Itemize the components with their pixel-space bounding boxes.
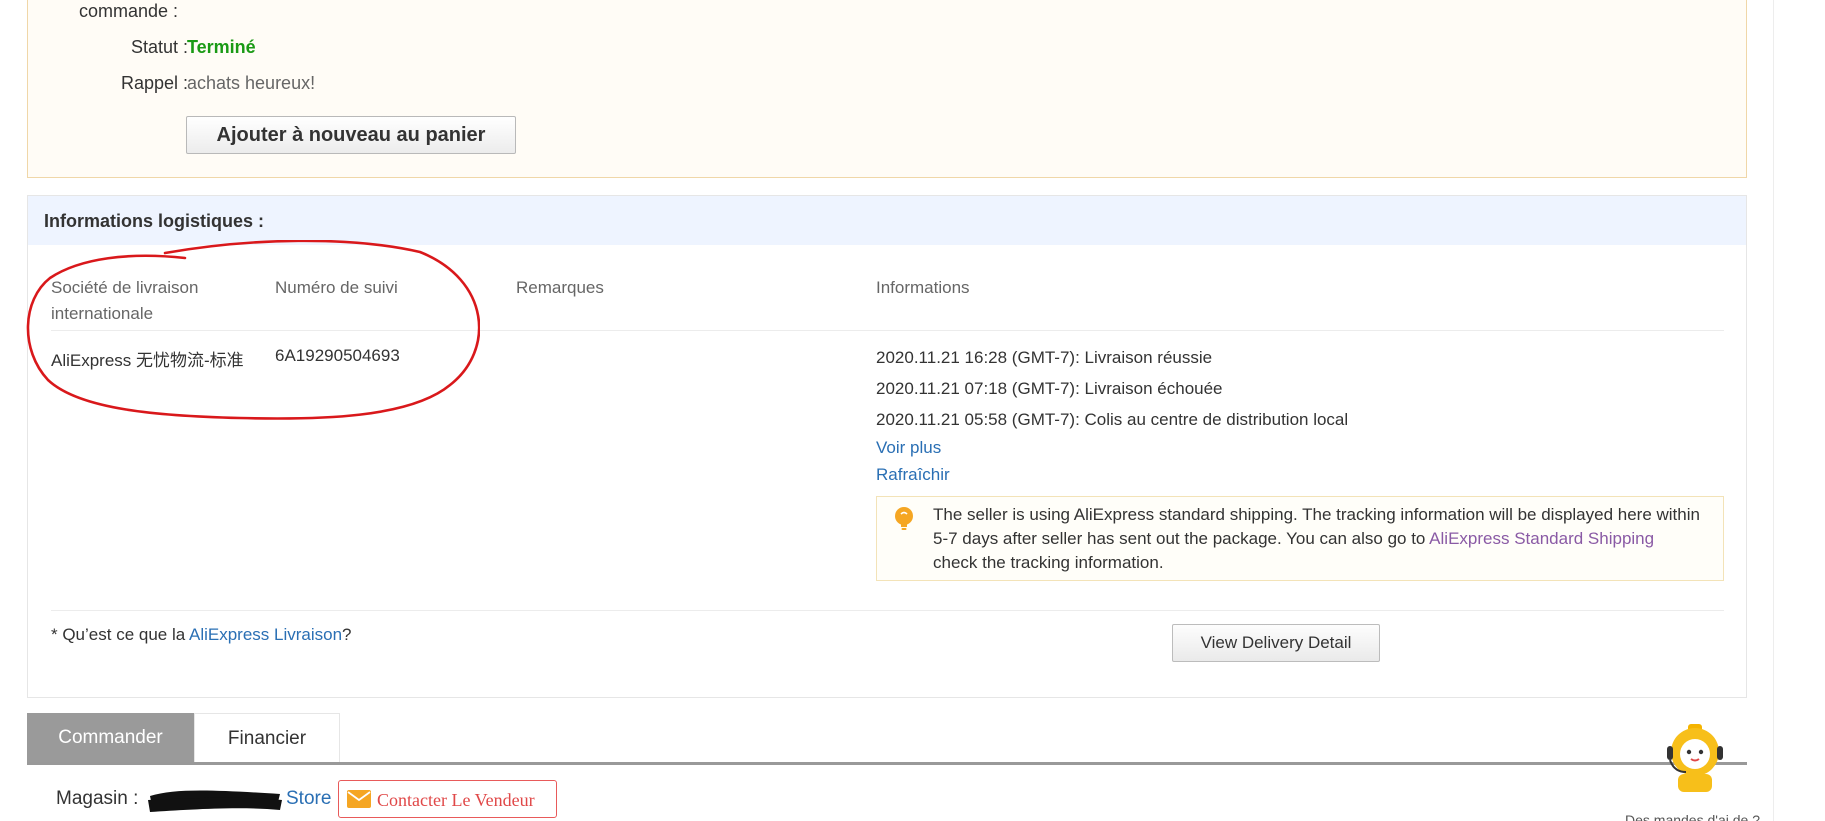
tab-underline [27,762,1747,765]
col-head-company-line1: Société de livraison [51,278,199,297]
contact-seller-button[interactable]: Contacter Le Vendeur [338,780,557,818]
add-to-cart-again-button[interactable]: Ajouter à nouveau au panier [186,116,516,154]
right-gutter [1773,0,1825,821]
store-link[interactable]: Store [286,788,331,810]
col-head-company-line2: internationale [51,304,154,323]
header-divider [51,330,1724,331]
aliexpress-delivery-link[interactable]: AliExpress Livraison [189,625,342,644]
logistics-header: Informations logistiques : [28,196,1746,245]
shipping-company: AliExpress 无忧物流-标准 [51,351,244,370]
col-head-tracking: Numéro de suivi [275,278,398,297]
status-label: Statut : [130,37,188,57]
tab-financier[interactable]: Financier [194,713,340,762]
bulb-icon [895,507,913,530]
reminder-value: achats heureux! [187,73,316,93]
reminder-label: Rappel : [120,73,188,93]
order-label-cut: commande : [78,1,178,21]
shipping-notice: The seller is using AliExpress standard … [876,496,1724,581]
see-more-link[interactable]: Voir plus [876,438,941,458]
redacted-store-name [148,790,282,812]
robot-mascot-icon[interactable] [1660,722,1730,792]
logistics-title: Informations logistiques : [44,211,265,231]
faq-suffix: ? [342,625,352,644]
faq-line: * Qu’est ce que la AliExpress Livraison? [51,625,352,645]
col-head-company: Société de livraison internationale [51,275,198,327]
tracking-event: 2020.11.21 07:18 (GMT-7): Livraison écho… [876,379,1223,398]
help-cutoff-text[interactable]: Des mandes d'ai de ? [1625,812,1760,821]
logistics-panel: Informations logistiques : Société de li… [27,195,1747,698]
col-head-info: Informations [876,278,970,297]
refresh-link[interactable]: Rafraîchir [876,465,950,485]
order-summary-panel: commande : Statut : Terminé Rappel : ach… [27,0,1747,178]
tracking-event: 2020.11.21 05:58 (GMT-7): Colis au centr… [876,410,1349,429]
faq-prefix: * Qu’est ce que la [51,625,189,644]
notice-text: The seller is using AliExpress standard … [933,503,1703,575]
col-head-remarks: Remarques [516,278,604,297]
tracking-event: 2020.11.21 16:28 (GMT-7): Livraison réus… [876,348,1213,367]
store-label: Magasin : [56,788,139,809]
footer-divider [51,610,1724,611]
view-delivery-detail-button[interactable]: View Delivery Detail [1172,624,1380,662]
notice-text-after: check the tracking information. [933,553,1164,572]
tab-commander[interactable]: Commander [27,713,194,762]
standard-shipping-link[interactable]: AliExpress Standard Shipping [1429,529,1654,548]
envelope-icon [347,790,371,808]
contact-seller-label: Contacter Le Vendeur [377,790,535,810]
status-value: Terminé [187,37,256,57]
tracking-number: 6A19290504693 [275,346,400,365]
tab-bar: Commander Financier [27,713,1747,765]
